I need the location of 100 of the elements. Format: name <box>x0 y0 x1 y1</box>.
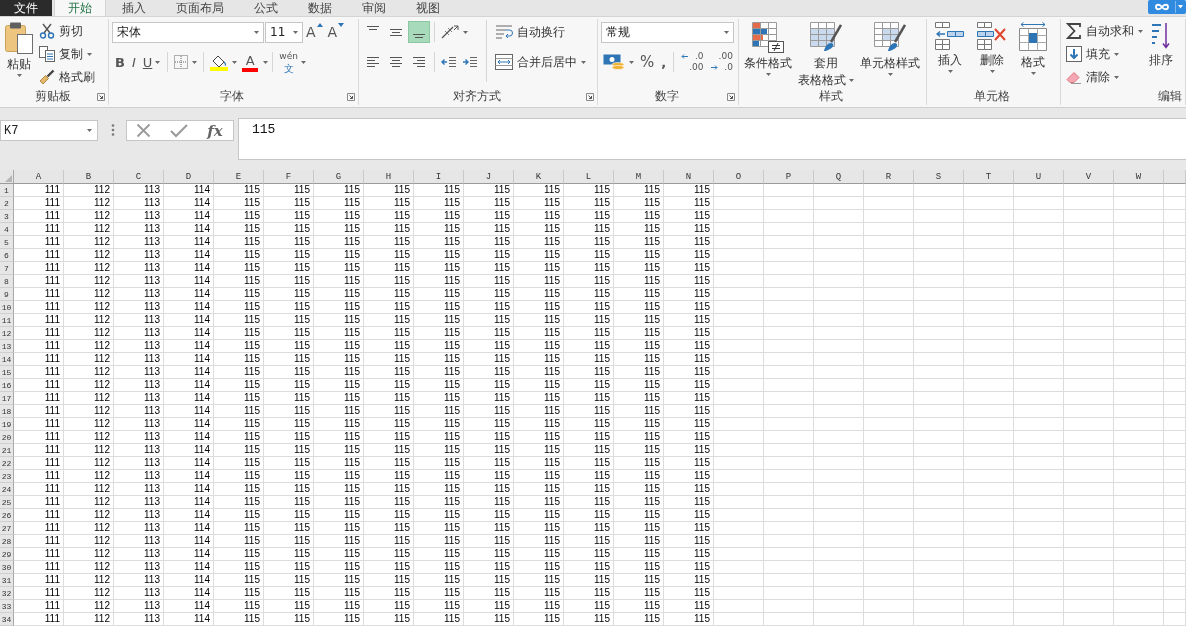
style-button[interactable]: 单元格样式 <box>858 20 922 76</box>
wrap-text-button[interactable]: 自动换行 <box>493 21 567 43</box>
enter-button[interactable] <box>168 122 189 139</box>
copy-button[interactable]: 复制 <box>37 43 97 65</box>
row-header[interactable]: 19 <box>0 418 14 431</box>
ribbon-tab[interactable]: 数据 <box>294 0 346 16</box>
ribbon-tab[interactable]: 文件 <box>0 0 52 16</box>
row-header[interactable]: 27 <box>0 522 14 535</box>
cut-button[interactable]: 剪切 <box>37 20 97 42</box>
launcher-icon[interactable] <box>727 92 735 101</box>
column-header[interactable]: E <box>214 170 264 184</box>
column-header[interactable]: T <box>964 170 1014 184</box>
row-header[interactable]: 22 <box>0 457 14 470</box>
row-header[interactable]: 11 <box>0 314 14 327</box>
column-header[interactable]: S <box>914 170 964 184</box>
launcher-icon[interactable] <box>97 92 105 101</box>
row-header[interactable]: 12 <box>0 327 14 340</box>
fill-button[interactable]: 填充 <box>1064 43 1145 65</box>
launcher-icon[interactable] <box>586 92 594 101</box>
row-header[interactable]: 4 <box>0 223 14 236</box>
ribbon-tab[interactable]: 页面布局 <box>162 0 238 16</box>
row-header[interactable]: 31 <box>0 574 14 587</box>
cancel-button[interactable] <box>135 122 153 139</box>
font-size-dropdown[interactable]: 11 <box>265 21 303 43</box>
row-header[interactable]: 16 <box>0 379 14 392</box>
row-header[interactable]: 33 <box>0 600 14 613</box>
cells-button[interactable]: 插入 <box>930 20 970 73</box>
cells-button[interactable]: 删除 <box>972 20 1012 73</box>
underline-button[interactable]: U <box>139 51 164 73</box>
percent-button[interactable]: % <box>637 51 658 73</box>
row-header[interactable]: 14 <box>0 353 14 366</box>
row-header[interactable]: 10 <box>0 301 14 314</box>
row-header[interactable]: 20 <box>0 431 14 444</box>
row-header[interactable]: 7 <box>0 262 14 275</box>
row-header[interactable]: 17 <box>0 392 14 405</box>
launcher-icon[interactable] <box>347 92 355 101</box>
row-header[interactable]: 23 <box>0 470 14 483</box>
font-name-dropdown[interactable]: 宋体 <box>112 21 264 43</box>
number-format-dropdown[interactable]: 常规 <box>601 21 734 43</box>
column-header[interactable]: R <box>864 170 914 184</box>
grow-font-button[interactable]: A <box>304 21 325 43</box>
insert-function-button[interactable]: fx <box>205 121 225 140</box>
clear-button[interactable]: 清除 <box>1064 66 1145 88</box>
row-header[interactable]: 18 <box>0 405 14 418</box>
column-header[interactable]: H <box>364 170 414 184</box>
column-header[interactable]: L <box>564 170 614 184</box>
infinity-icon[interactable] <box>1148 0 1186 14</box>
column-header[interactable]: C <box>114 170 164 184</box>
row-header[interactable]: 15 <box>0 366 14 379</box>
row-header[interactable]: 5 <box>0 236 14 249</box>
font-color-button[interactable]: A <box>240 51 261 73</box>
row-header[interactable]: 6 <box>0 249 14 262</box>
style-button[interactable]: 套用 表格格式 <box>796 20 856 87</box>
ribbon-tab[interactable]: 开始 <box>54 0 106 16</box>
row-header[interactable]: 24 <box>0 483 14 496</box>
column-header[interactable]: K <box>514 170 564 184</box>
row-header[interactable]: 1 <box>0 184 14 197</box>
row-header[interactable]: 29 <box>0 548 14 561</box>
row-header[interactable]: 28 <box>0 535 14 548</box>
ribbon-tab[interactable]: 公式 <box>240 0 292 16</box>
style-button[interactable]: 条件格式 <box>742 20 794 76</box>
vertical-align-button[interactable] <box>408 21 430 43</box>
row-header[interactable]: 30 <box>0 561 14 574</box>
column-header[interactable]: I <box>414 170 464 184</box>
column-header[interactable]: P <box>764 170 814 184</box>
autosum-button[interactable]: 自动求和 <box>1064 20 1145 42</box>
row-header[interactable]: 2 <box>0 197 14 210</box>
column-header[interactable]: N <box>664 170 714 184</box>
ribbon-tab[interactable]: 视图 <box>402 0 454 16</box>
column-header[interactable]: A <box>14 170 64 184</box>
column-header[interactable]: U <box>1014 170 1064 184</box>
ribbon-tab[interactable]: 审阅 <box>348 0 400 16</box>
bold-button[interactable]: B <box>112 51 128 73</box>
row-header[interactable]: 32 <box>0 587 14 600</box>
row-header[interactable]: 26 <box>0 509 14 522</box>
column-header[interactable]: J <box>464 170 514 184</box>
column-header[interactable]: V <box>1064 170 1114 184</box>
comma-style-button[interactable]: , <box>658 51 670 73</box>
column-header[interactable]: G <box>314 170 364 184</box>
column-header[interactable]: D <box>164 170 214 184</box>
shrink-font-button[interactable]: A <box>325 21 347 43</box>
row-header[interactable]: 9 <box>0 288 14 301</box>
decrease-decimal-button[interactable]: .00 .0 <box>707 51 736 73</box>
ribbon-tab[interactable]: 插入 <box>108 0 160 16</box>
row-header[interactable]: 25 <box>0 496 14 509</box>
name-box[interactable]: K7 <box>0 120 98 141</box>
italic-button[interactable]: I <box>128 51 139 73</box>
phonetic-button[interactable]: wén 文 <box>277 50 308 74</box>
paste-button[interactable]: 粘贴 <box>3 20 35 77</box>
row-header[interactable]: 8 <box>0 275 14 288</box>
format-painter-button[interactable]: 格式刷 <box>37 66 97 88</box>
column-header[interactable]: W <box>1114 170 1164 184</box>
column-header[interactable]: Q <box>814 170 864 184</box>
row-header[interactable]: 13 <box>0 340 14 353</box>
cells-button[interactable]: 格式 <box>1014 20 1052 75</box>
column-header[interactable]: M <box>614 170 664 184</box>
column-header[interactable]: O <box>714 170 764 184</box>
row-header[interactable]: 3 <box>0 210 14 223</box>
drag-handle-icon[interactable] <box>111 124 115 136</box>
formula-input[interactable]: 115 <box>238 118 1186 160</box>
